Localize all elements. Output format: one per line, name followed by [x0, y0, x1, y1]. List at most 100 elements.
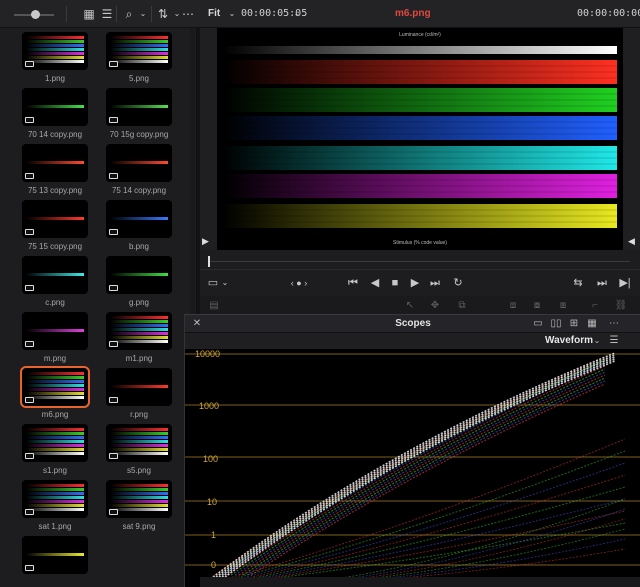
clip-thumbnail[interactable]: sat 9.png	[106, 480, 172, 532]
thumbnail-size-slider-knob[interactable]	[31, 10, 40, 19]
clip-thumbnail[interactable]: 75 15 copy.png	[22, 200, 88, 252]
go-to-end-icon[interactable]: ⏭	[426, 274, 444, 292]
more-dots-icon[interactable]: ⋯	[180, 6, 196, 22]
thumbnail-color-bar	[110, 508, 168, 511]
link-icon[interactable]: ⛓	[614, 299, 628, 313]
node-link-icon[interactable]: ⧈	[506, 299, 520, 313]
go-to-start-icon[interactable]: ⏮	[344, 274, 362, 292]
clip-thumbnail[interactable]: 70 15g copy.png	[106, 88, 172, 140]
last-clip-icon[interactable]: ▶|	[616, 274, 634, 292]
scopes-titlebar[interactable]: ✕ Scopes ▭ ▯▯ ⊞ ▦ ⋯	[185, 315, 640, 333]
clip-thumbnail[interactable]: s1.png	[22, 424, 88, 476]
clip-thumbnail-image	[106, 144, 172, 182]
in-point-marker[interactable]: ▶︎	[202, 236, 209, 247]
clip-thumbnail-image	[106, 88, 172, 126]
scope-settings-icon[interactable]: ☰	[607, 334, 621, 348]
clip-thumbnail-image	[106, 480, 172, 518]
clip-thumbnail[interactable]: m.png	[22, 312, 88, 364]
clip-thumbnail-image	[22, 32, 88, 70]
chevron-down-icon[interactable]: ⌄	[289, 6, 305, 22]
thumbnail-view-icon[interactable]: ▦	[81, 6, 97, 22]
dual-layout-icon[interactable]: ▯▯	[549, 317, 563, 331]
clip-title: m6.png	[395, 8, 431, 19]
play-icon[interactable]: ▶	[406, 274, 424, 292]
thumbnail-color-bar	[110, 444, 168, 447]
media-pool: 1.png 5.png 70 14 copy.png 70 15g copy.png 7…	[0, 28, 197, 587]
scopes-window: ✕ Scopes ▭ ▯▯ ⊞ ▦ ⋯ Waveform ⌄ ☰ 10000 1…	[184, 314, 640, 587]
thumbnail-color-bar	[110, 328, 168, 331]
node-parallel-icon[interactable]: ⧆	[556, 299, 570, 313]
chevron-down-icon[interactable]: ⌄	[224, 6, 240, 22]
clip-thumbnail[interactable]: 70 14 copy.png	[22, 88, 88, 140]
scopes-subbar: Waveform ⌄ ☰	[185, 333, 640, 349]
clip-name: c.png	[45, 298, 65, 307]
viewer-scrubber[interactable]	[200, 250, 640, 270]
thumbnail-color-bar	[110, 273, 168, 276]
clip-thumbnail[interactable]: sat 1.png	[22, 480, 88, 532]
thumbnail-color-bar	[26, 52, 84, 55]
loop-icon[interactable]: ↻	[449, 274, 467, 292]
still-image-icon	[109, 397, 118, 403]
waveform-trace-dim	[354, 518, 626, 580]
thumbnail-color-bar	[110, 320, 168, 323]
list-view-icon[interactable]: ☰	[99, 6, 115, 22]
clip-thumbnail[interactable]: 5.png	[106, 32, 172, 84]
clip-name: 75 13 copy.png	[27, 186, 83, 195]
playhead[interactable]	[208, 256, 210, 267]
single-layout-icon[interactable]: ▭	[531, 317, 545, 331]
clip-thumbnail[interactable]: m6.png	[20, 366, 90, 420]
waveform-y-label-1: 1	[211, 530, 217, 540]
thumbnail-color-bar	[26, 329, 84, 332]
chevron-down-icon[interactable]: ⌄	[135, 6, 151, 22]
crosshair-icon[interactable]: ✥	[428, 299, 442, 313]
clip-thumbnail-image	[22, 144, 88, 182]
chevron-down-icon[interactable]: ⌄	[590, 334, 604, 348]
clip-thumbnail-grid: 1.png 5.png 70 14 copy.png 70 15g copy.png 7…	[0, 28, 197, 587]
clip-thumbnail[interactable]: r.png	[106, 368, 172, 420]
thumbnail-color-bar	[110, 492, 168, 495]
match-frame-icon[interactable]: ⇆	[569, 274, 587, 292]
chevron-down-icon[interactable]: ⌄	[216, 274, 234, 292]
clip-thumbnail[interactable]: g.png	[106, 256, 172, 308]
thumbnail-color-bar	[110, 217, 168, 220]
thumbnail-color-bar	[26, 36, 84, 39]
next-clip-icon[interactable]: ⏭	[593, 274, 611, 292]
window-icon[interactable]: ▤	[207, 299, 221, 313]
node-icon[interactable]: ⧉	[455, 299, 469, 313]
clip-thumbnail[interactable]: 75 14 copy.png	[106, 144, 172, 196]
clip-name: r.png	[130, 410, 148, 419]
clip-thumbnail[interactable]: 1.png	[22, 32, 88, 84]
thumbnail-color-bar	[110, 56, 168, 59]
toolbar-divider	[66, 6, 67, 22]
quad-layout-icon[interactable]: ⊞	[567, 317, 581, 331]
thumbnail-color-bar	[110, 504, 168, 507]
clip-thumbnail[interactable]: c.png	[22, 256, 88, 308]
node-layer-icon[interactable]: ⧇	[530, 299, 544, 313]
clip-thumbnail[interactable]: 75 13 copy.png	[22, 144, 88, 196]
clip-thumbnail-image	[22, 536, 88, 574]
hook-icon[interactable]: ⌐	[588, 299, 602, 313]
still-image-icon	[25, 397, 34, 403]
grid-layout-icon[interactable]: ▦	[585, 317, 599, 331]
play-reverse-icon[interactable]: ◀	[366, 274, 384, 292]
thumbnail-color-bar	[110, 52, 168, 55]
thumbnail-color-bar	[26, 508, 84, 511]
stop-icon[interactable]: ■	[386, 274, 404, 292]
waveform-y-label-100: 100	[203, 454, 219, 464]
clip-name: 1.png	[44, 74, 66, 83]
clip-name: 75 14 copy.png	[111, 186, 167, 195]
viewer-image[interactable]: Luminance (cd/m²) Stimulus (% code value)	[217, 28, 623, 250]
clip-thumbnail[interactable]: s5.png	[106, 424, 172, 476]
out-point-marker[interactable]: ◀︎	[628, 236, 635, 247]
clip-thumbnail[interactable]: m1.png	[106, 312, 172, 364]
waveform-trace-dim	[344, 508, 626, 580]
scope-type-dropdown[interactable]: Waveform	[545, 335, 593, 346]
pointer-icon[interactable]: ↖	[403, 299, 417, 313]
more-dots-icon[interactable]: ⋯	[607, 317, 621, 331]
jog-icon[interactable]: ‹ ● ›	[290, 274, 308, 292]
clip-thumbnail[interactable]: b.png	[106, 200, 172, 252]
toolbar-divider	[116, 6, 117, 22]
zoom-fit-dropdown[interactable]: Fit	[208, 8, 220, 19]
still-image-icon	[25, 509, 34, 515]
clip-thumbnail[interactable]	[22, 536, 88, 587]
